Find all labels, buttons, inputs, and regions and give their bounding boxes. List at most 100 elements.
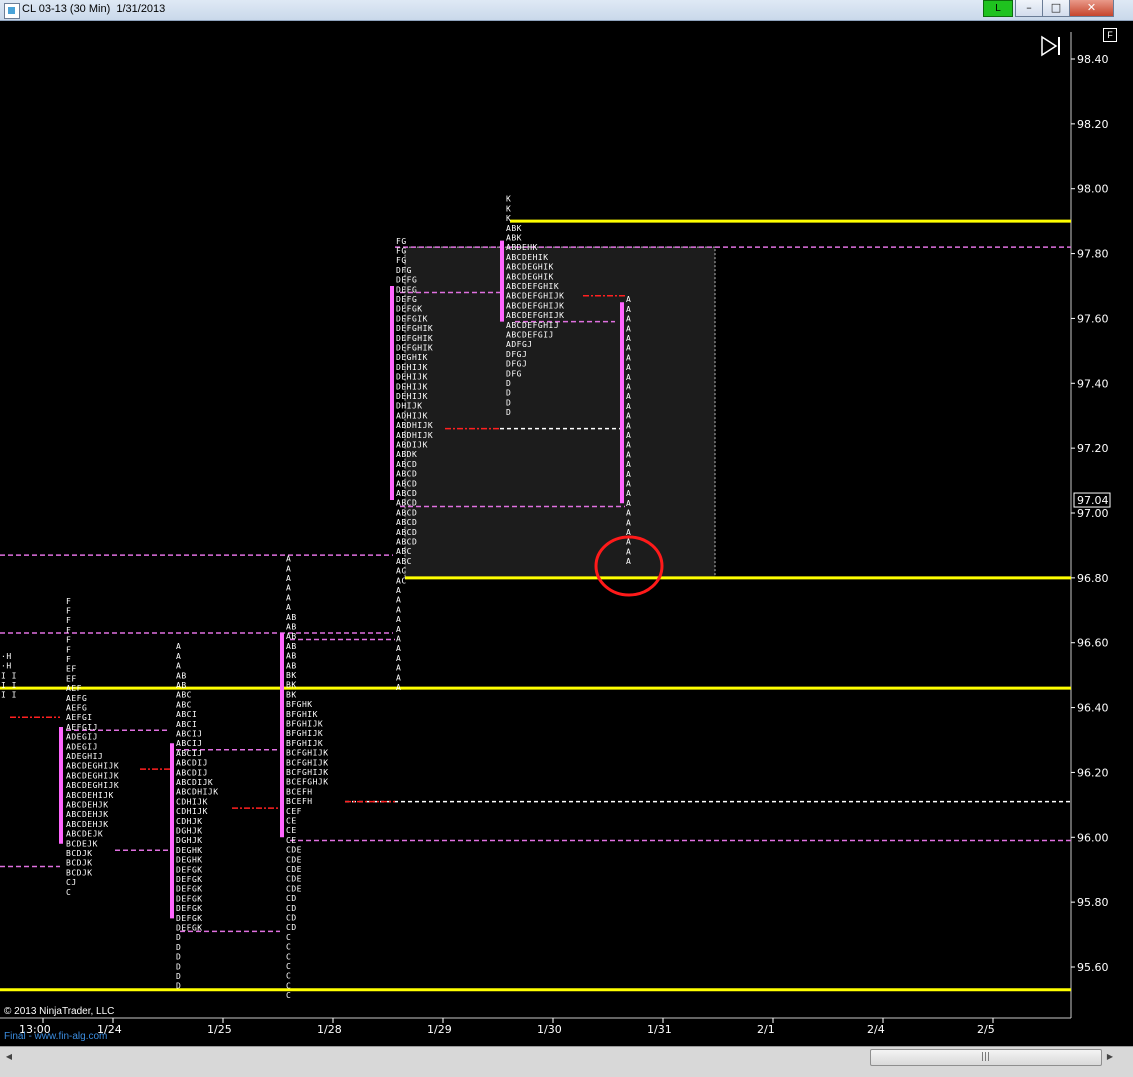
tpo-row: A bbox=[626, 305, 631, 314]
price-label: 96.40 bbox=[1077, 702, 1109, 715]
price-label: 98.20 bbox=[1077, 118, 1109, 131]
tpo-row: BFGHIJK bbox=[286, 720, 323, 729]
tpo-row: F bbox=[66, 616, 71, 625]
tpo-row: ABCI bbox=[176, 710, 197, 719]
tpo-row: DEFGIK bbox=[396, 314, 428, 323]
close-button[interactable]: ✕ bbox=[1069, 0, 1114, 17]
tpo-row: AB bbox=[286, 652, 297, 661]
tpo-row: A bbox=[286, 555, 291, 564]
tpo-row: DEFGK bbox=[176, 894, 203, 903]
tpo-row: DHIJK bbox=[396, 402, 423, 411]
tpo-row: ABCDEGHIJK bbox=[66, 781, 119, 790]
tpo-row: ABDK bbox=[396, 450, 417, 459]
tpo-row: ABCDEJK bbox=[66, 830, 103, 839]
tpo-row: A bbox=[286, 593, 291, 602]
copyright-text: © 2013 NinjaTrader, LLC bbox=[4, 1006, 115, 1017]
date-label: 1/30 bbox=[537, 1023, 562, 1036]
price-label: 95.80 bbox=[1077, 896, 1109, 909]
tpo-row: CE bbox=[286, 836, 297, 845]
tpo-row: ABK bbox=[506, 233, 522, 242]
tpo-row: A bbox=[286, 603, 291, 612]
tpo-row: A bbox=[396, 635, 401, 644]
tpo-row: DEFGHIK bbox=[396, 344, 433, 353]
tpo-row: DFG bbox=[396, 266, 412, 275]
tpo-row: ABCI bbox=[176, 720, 197, 729]
tpo-row: ABCD bbox=[396, 460, 417, 469]
maximize-button[interactable]: □ bbox=[1042, 0, 1070, 17]
tpo-row: D bbox=[176, 972, 181, 981]
tpo-row: FG bbox=[396, 256, 407, 265]
tpo-row: ABCDEHIJK bbox=[66, 791, 114, 800]
tpo-row: BK bbox=[286, 681, 297, 690]
price-label: 97.80 bbox=[1077, 248, 1109, 261]
tpo-row: D bbox=[506, 389, 511, 398]
tpo-row: ABDHIJK bbox=[396, 431, 433, 440]
tpo-row: AB bbox=[286, 613, 297, 622]
scroll-to-end-icon[interactable] bbox=[1040, 35, 1064, 57]
tpo-row: ABCD bbox=[396, 538, 417, 547]
tpo-row: ABCDEGHIJK bbox=[66, 762, 119, 771]
tpo-row: ABCDEFGIJ bbox=[506, 330, 554, 339]
tpo-row: C bbox=[286, 972, 291, 981]
tpo-row: DEHIJK bbox=[396, 392, 428, 401]
tpo-row: AB bbox=[286, 661, 297, 670]
tpo-row: BCDEJK bbox=[66, 839, 98, 848]
tpo-row: A bbox=[396, 644, 401, 653]
tpo-row: A bbox=[626, 470, 631, 479]
price-label: 98.00 bbox=[1077, 183, 1109, 196]
horizontal-scrollbar[interactable]: ◀ ||| ▶ bbox=[0, 1046, 1133, 1067]
scroll-right-icon[interactable]: ▶ bbox=[1104, 1050, 1116, 1063]
market-profile-chart[interactable]: ·H·HI II II IFFFFFFFEFEFAEFAEFGAEFGAEFGI… bbox=[0, 21, 1133, 1046]
tpo-row: F bbox=[66, 645, 71, 654]
tpo-row: BCFGHIJK bbox=[286, 768, 329, 777]
price-label: 96.20 bbox=[1077, 766, 1109, 779]
tpo-row: A bbox=[626, 509, 631, 518]
window-title: CL 03-13 (30 Min) 1/31/2013 bbox=[22, 3, 166, 15]
tpo-row: CDHIJK bbox=[176, 797, 208, 806]
tpo-row: ADEGIJ bbox=[66, 742, 98, 751]
tpo-row: F bbox=[66, 597, 71, 606]
tpo-row: CDE bbox=[286, 884, 302, 893]
tpo-row: AB bbox=[286, 632, 297, 641]
tpo-row: EF bbox=[66, 674, 77, 683]
tpo-row: A bbox=[626, 480, 631, 489]
tpo-row: F bbox=[66, 626, 71, 635]
scroll-left-icon[interactable]: ◀ bbox=[3, 1050, 15, 1063]
price-label: 96.80 bbox=[1077, 572, 1109, 585]
tpo-row: BFGHK bbox=[286, 700, 313, 709]
tpo-row: BCFGHIJK bbox=[286, 758, 329, 767]
tpo-row: C bbox=[286, 991, 291, 1000]
tpo-row: A bbox=[626, 538, 631, 547]
tpo-row: CE bbox=[286, 817, 297, 826]
tpo-row: A bbox=[626, 373, 631, 382]
tpo-row: CJ bbox=[66, 878, 77, 887]
tpo-row: ABCIJ bbox=[176, 739, 203, 748]
tpo-row: ABCDEHJK bbox=[66, 820, 109, 829]
minimize-button[interactable]: – bbox=[1015, 0, 1043, 17]
date-label: 1/28 bbox=[317, 1023, 342, 1036]
tpo-row: A bbox=[626, 489, 631, 498]
tpo-row: AEFG bbox=[66, 704, 87, 713]
tpo-row: A bbox=[626, 499, 631, 508]
tpo-row: DEFGK bbox=[396, 305, 423, 314]
tpo-row: ABCDIJ bbox=[176, 759, 208, 768]
price-label: 97.60 bbox=[1077, 312, 1109, 325]
tpo-row: ABCD bbox=[396, 489, 417, 498]
tpo-row: AEFGIJ bbox=[66, 723, 98, 732]
tpo-row: D bbox=[176, 933, 181, 942]
tpo-row: DEFGK bbox=[176, 865, 203, 874]
tpo-row: CDE bbox=[286, 865, 302, 874]
live-button[interactable]: L bbox=[983, 0, 1013, 17]
tpo-row: DEHIJK bbox=[396, 373, 428, 382]
tpo-row: A bbox=[626, 460, 631, 469]
tpo-row: I I bbox=[1, 671, 17, 680]
tpo-row: DGHJK bbox=[176, 836, 203, 845]
tpo-row: A bbox=[626, 547, 631, 556]
scrollbar-thumb[interactable]: ||| bbox=[870, 1049, 1102, 1066]
float-button[interactable]: F bbox=[1103, 28, 1117, 42]
tpo-row: A bbox=[626, 421, 631, 430]
tpo-row: BCFGHIJK bbox=[286, 749, 329, 758]
tpo-row: C bbox=[286, 981, 291, 990]
footer-link[interactable]: Final - www.fin-alg.com bbox=[4, 1031, 107, 1042]
tpo-row: BFGHIJK bbox=[286, 739, 323, 748]
